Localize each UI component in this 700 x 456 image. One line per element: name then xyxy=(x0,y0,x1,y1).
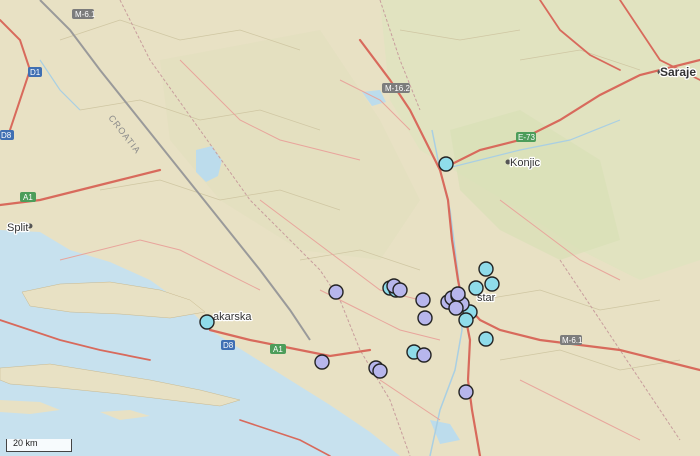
scale-label: 20 km xyxy=(13,438,38,448)
shield-m61-top-label: M-6.1 xyxy=(75,10,96,19)
place-label-split: Split xyxy=(7,222,28,234)
place-label-sarajevo: Saraje xyxy=(660,65,696,79)
event-marker[interactable] xyxy=(478,331,494,347)
event-marker[interactable] xyxy=(199,314,215,330)
event-marker[interactable] xyxy=(450,286,466,302)
event-marker[interactable] xyxy=(372,363,388,379)
event-marker[interactable] xyxy=(438,156,454,172)
shield-e73-label: E-73 xyxy=(518,133,535,142)
event-marker[interactable] xyxy=(484,276,500,292)
event-marker[interactable] xyxy=(458,312,474,328)
event-marker[interactable] xyxy=(468,280,484,296)
event-marker[interactable] xyxy=(417,310,433,326)
event-marker[interactable] xyxy=(458,384,474,400)
shield-a1-west-label: A1 xyxy=(23,193,33,202)
place-label-konjic: Konjic xyxy=(510,157,540,169)
event-marker[interactable] xyxy=(415,292,431,308)
scale-bar: 20 km xyxy=(6,438,72,452)
shield-d8-south-label: D8 xyxy=(223,341,234,350)
shield-m61-east-label: M-6.1 xyxy=(562,336,583,345)
event-marker[interactable] xyxy=(392,282,408,298)
shield-a1-south-label: A1 xyxy=(273,345,283,354)
map-svg: M-6.1 M-16.2 E-73 M-6.1 A1 A1 D1 D8 D8 C… xyxy=(0,0,700,456)
shield-d8-west-label: D8 xyxy=(1,131,12,140)
event-marker[interactable] xyxy=(328,284,344,300)
place-label-makarska: akarska xyxy=(213,311,252,323)
event-marker[interactable] xyxy=(448,300,464,316)
map-canvas[interactable]: M-6.1 M-16.2 E-73 M-6.1 A1 A1 D1 D8 D8 C… xyxy=(0,0,700,456)
shield-m162-label: M-16.2 xyxy=(385,84,410,93)
event-marker[interactable] xyxy=(416,347,432,363)
event-marker[interactable] xyxy=(314,354,330,370)
shield-d1-label: D1 xyxy=(30,68,41,77)
event-marker[interactable] xyxy=(478,261,494,277)
